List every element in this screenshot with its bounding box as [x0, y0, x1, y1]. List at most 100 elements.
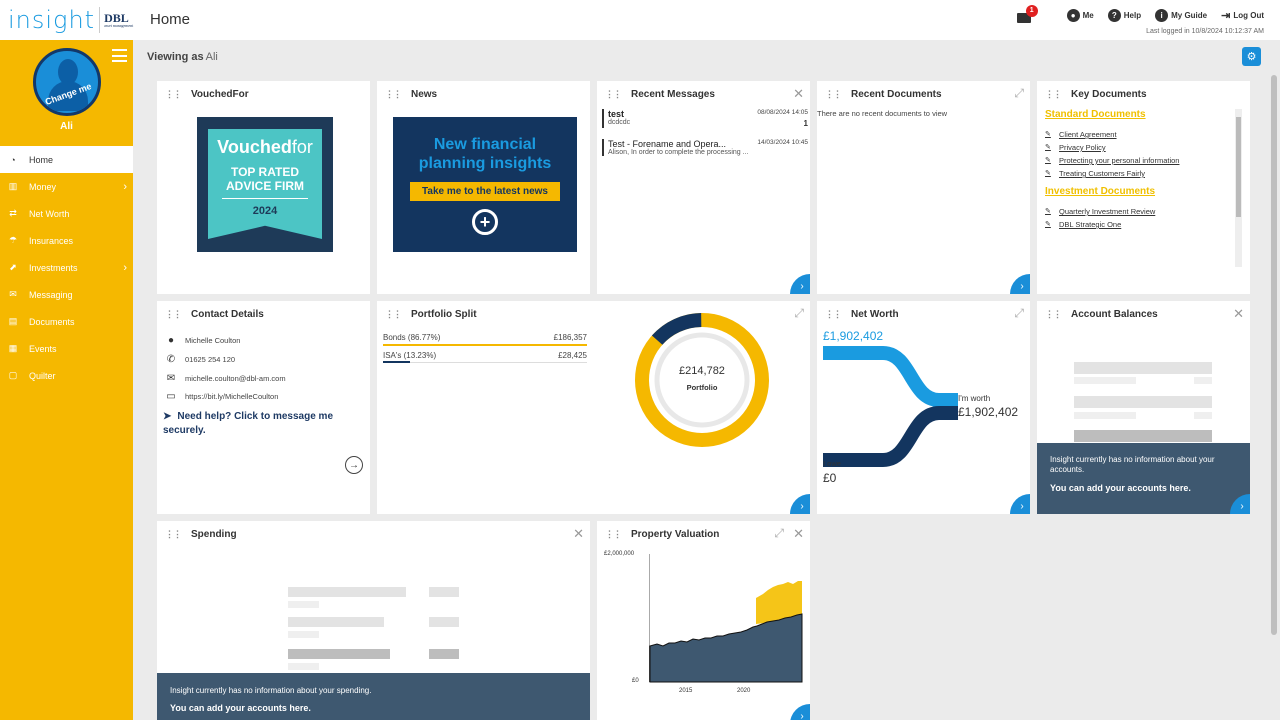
placeholder-bar [1194, 412, 1212, 419]
news-banner[interactable]: New financial planning insights Take me t… [393, 117, 577, 252]
drag-handle-icon[interactable]: ⋮⋮ [165, 530, 182, 539]
property-valuation-chart [649, 554, 803, 683]
viewing-as-label: Viewing as [147, 51, 204, 63]
placeholder-bar [1074, 412, 1136, 419]
placeholder-bar [1074, 430, 1212, 442]
news-latest-button[interactable]: Take me to the latest news [410, 182, 560, 201]
card-header: ⋮⋮ Property Valuation [605, 529, 719, 540]
expand-icon[interactable]: ⤢ [1014, 87, 1024, 99]
drag-handle-icon[interactable]: ⋮⋮ [825, 310, 842, 319]
placeholder-bar [1194, 377, 1212, 384]
me-button[interactable]: ● Me [1066, 9, 1094, 22]
close-icon[interactable]: ✕ [793, 527, 804, 540]
card-recent-documents: ⋮⋮ Recent Documents ⤢ There are no recent… [817, 81, 1030, 294]
sidebar-item-label: Events [29, 343, 57, 354]
sidebar-username: Ali [60, 121, 73, 132]
help-button[interactable]: ? Help [1107, 9, 1141, 22]
placeholder-bar [288, 617, 384, 627]
vouchedfor-badge[interactable]: Vouchedfor TOP RATED ADVICE FIRM 2024 [197, 117, 333, 252]
avatar[interactable]: Change me [33, 48, 101, 116]
logout-button[interactable]: ⇥ Log Out [1221, 9, 1264, 22]
chevron-right-icon[interactable]: › [790, 704, 810, 720]
messages-button[interactable]: 1 [1016, 4, 1038, 23]
app-logo[interactable]: insight DBL asset management [8, 6, 133, 34]
drag-handle-icon[interactable]: ⋮⋮ [825, 90, 842, 99]
sidebar-item-money[interactable]: ▥ Money › [0, 173, 133, 200]
doc-link[interactable]: ✎ Protecting your personal information [1045, 156, 1225, 165]
portfolio-donut [635, 313, 769, 447]
sidebar-item-events[interactable]: ▦ Events [0, 335, 133, 362]
scrollbar-thumb[interactable] [1271, 75, 1277, 635]
plus-circle-icon[interactable]: + [472, 209, 498, 235]
sidebar-item-net-worth[interactable]: ⇄ Net Worth [0, 200, 133, 227]
net-worth-flow [823, 346, 958, 467]
message-item[interactable]: test 08/08/2024 14:05 dcdcdc 1 [602, 109, 808, 128]
expand-icon[interactable]: ⤢ [794, 307, 804, 319]
drag-handle-icon[interactable]: ⋮⋮ [1045, 90, 1062, 99]
page-scrollbar[interactable] [1270, 75, 1278, 720]
contact-help-link[interactable]: ➤ Need help? Click to message me securely… [163, 410, 363, 438]
placeholder-bar [288, 601, 319, 608]
drag-handle-icon[interactable]: ⋮⋮ [385, 310, 402, 319]
close-icon[interactable]: ✕ [793, 87, 804, 100]
drag-handle-icon[interactable]: ⋮⋮ [605, 530, 622, 539]
document-icon: ▤ [8, 316, 18, 326]
contact-phone[interactable]: ✆ 01625 254 120 [165, 354, 365, 365]
exchange-icon: ⇄ [9, 208, 17, 218]
my-guide-button[interactable]: i My Guide [1155, 9, 1207, 22]
chevron-right-icon[interactable]: › [1010, 494, 1030, 514]
portfolio-row-isas[interactable]: ISA's (13.23%) £28,425 [383, 351, 587, 360]
add-accounts-link[interactable]: You can add your accounts here. [170, 703, 577, 713]
card-header: ⋮⋮ Key Documents [1045, 89, 1147, 100]
monitor-icon: ▭ [166, 391, 176, 402]
drag-handle-icon[interactable]: ⋮⋮ [165, 310, 182, 319]
contact-url[interactable]: ▭ https://bit.ly/MichelleCoulton [165, 391, 365, 402]
doc-group-heading[interactable]: Standard Documents [1045, 109, 1225, 120]
chevron-right-icon[interactable]: › [790, 494, 810, 514]
drag-handle-icon[interactable]: ⋮⋮ [385, 90, 402, 99]
doc-group-heading[interactable]: Investment Documents [1045, 186, 1225, 197]
drag-handle-icon[interactable]: ⋮⋮ [605, 90, 622, 99]
menu-toggle-icon[interactable] [112, 49, 127, 62]
expand-icon[interactable]: ⤢ [1014, 307, 1024, 319]
doc-link[interactable]: ✎ DBL Strategic One [1045, 220, 1225, 229]
doc-link[interactable]: ✎ Quarterly Investment Review [1045, 207, 1225, 216]
last-logged-in: Last logged in 10/8/2024 10:12:37 AM [1146, 28, 1264, 35]
logo-brand-sub: asset management [104, 23, 134, 28]
chevron-right-icon: › [123, 180, 127, 193]
sidebar-item-quilter[interactable]: ▢ Quilter [0, 362, 133, 389]
close-icon[interactable]: ✕ [1233, 307, 1244, 320]
message-date: 14/03/2024 10:45 [757, 139, 808, 146]
placeholder-bar [1074, 377, 1136, 384]
logo-brand: DBL asset management [104, 12, 133, 28]
contact-name: ● Michelle Coulton [165, 335, 365, 346]
x-axis-tick: 2020 [737, 688, 751, 694]
portfolio-row-bonds[interactable]: Bonds (86.77%) £186,357 [383, 333, 587, 342]
doc-link[interactable]: ✎ Treating Customers Fairly [1045, 169, 1225, 178]
message-item[interactable]: Test - Forename and Opera... 14/03/2024 1… [602, 139, 808, 156]
doc-link[interactable]: ✎ Client Agreement [1045, 130, 1225, 139]
drag-handle-icon[interactable]: ⋮⋮ [165, 90, 182, 99]
sidebar-item-investments[interactable]: ⬈ Investments › [0, 254, 133, 281]
scrollbar-thumb[interactable] [1236, 117, 1241, 217]
key-docs-scrollbar[interactable] [1235, 109, 1242, 267]
chevron-right-icon[interactable]: › [1010, 274, 1030, 294]
sidebar-item-insurances[interactable]: ☂ Insurances [0, 227, 133, 254]
contact-email[interactable]: ✉ michelle.coulton@dbl-am.com [165, 373, 365, 384]
add-accounts-link[interactable]: You can add your accounts here. [1050, 483, 1237, 493]
gear-icon: ⚙ [1246, 51, 1257, 63]
dashboard-settings-button[interactable]: ⚙ [1242, 47, 1261, 66]
logo-divider [99, 7, 101, 33]
paperclip-icon: ✎ [1045, 144, 1051, 151]
expand-icon[interactable]: ⤢ [774, 527, 784, 539]
drag-handle-icon[interactable]: ⋮⋮ [1045, 310, 1062, 319]
sidebar-item-home[interactable]: ◔ Home [0, 146, 133, 173]
chevron-right-icon[interactable]: › [790, 274, 810, 294]
arrow-right-circle-icon[interactable]: → [345, 456, 363, 474]
umbrella-icon: ☂ [8, 235, 18, 245]
sidebar-item-documents[interactable]: ▤ Documents [0, 308, 133, 335]
close-icon[interactable]: ✕ [573, 527, 584, 540]
sidebar-item-messaging[interactable]: ✉ Messaging [0, 281, 133, 308]
sidebar-item-label: Insurances [29, 235, 74, 246]
doc-link[interactable]: ✎ Privacy Policy [1045, 143, 1225, 152]
